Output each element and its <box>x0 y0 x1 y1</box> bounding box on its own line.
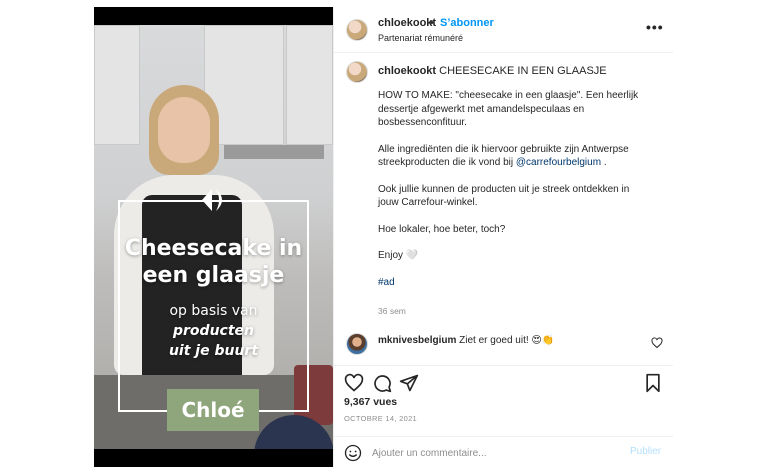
publish-comment-button[interactable]: Publier <box>630 446 661 457</box>
commenter-avatar[interactable] <box>346 333 368 355</box>
comment-bubble-icon[interactable] <box>372 373 392 393</box>
caption-headline: CHEESECAKE IN EEN GLAASJE <box>439 65 607 77</box>
post-actions: 9,367 vues OCTOBRE 14, 2021 Publier <box>334 365 673 467</box>
caption-body: HOW TO MAKE: "cheesecake in een glaasje"… <box>378 89 648 302</box>
caption-paragraph: Hoe lokaler, hoe beter, toch? <box>378 223 506 235</box>
instagram-post: Cheesecake in een glaasje op basis van p… <box>94 7 673 467</box>
more-options-icon[interactable]: ••• <box>646 19 664 35</box>
caption-paragraph: Ook jullie kunnen de producten uit je st… <box>378 183 630 209</box>
follow-button[interactable]: S’abonner <box>440 17 494 29</box>
emoji-smile-icon[interactable] <box>344 444 362 462</box>
author-avatar[interactable] <box>346 19 368 41</box>
video-letterbox-bottom <box>94 449 333 467</box>
caption-headline-line: chloekookt CHEESECAKE IN EEN GLAASJE <box>378 65 607 77</box>
comment-text-line: mknivesbelgium Ziet er goed uit! 😍👏 <box>378 335 554 346</box>
caption-timestamp[interactable]: 36 sem <box>378 306 406 316</box>
carrefourbelgium-mention-link[interactable]: @carrefourbelgium <box>516 157 601 168</box>
author-username[interactable]: chloekookt <box>378 17 436 29</box>
separator-dot: • <box>430 17 434 29</box>
video-letterbox-top <box>94 7 333 25</box>
add-comment-input[interactable] <box>372 445 622 461</box>
overlay-title: Cheesecake in een glaasje <box>124 236 303 288</box>
like-heart-icon[interactable] <box>344 373 364 393</box>
caption-username[interactable]: chloekookt <box>378 65 436 77</box>
paid-partnership-label[interactable]: Partenariat rémunéré <box>378 33 463 43</box>
carrefour-logo-icon <box>194 185 234 215</box>
caption-paragraph: HOW TO MAKE: "cheesecake in een glaasje"… <box>378 90 639 128</box>
commenter-username[interactable]: mknivesbelgium <box>378 335 456 346</box>
overlay-subtitle-line: op basis van <box>169 303 258 319</box>
comment-like-heart-icon[interactable] <box>651 337 663 349</box>
save-bookmark-icon[interactable] <box>643 373 663 393</box>
caption-text: . <box>601 157 607 168</box>
kitchen-cabinet <box>94 25 140 145</box>
kitchen-cabinet <box>286 25 333 145</box>
post-date[interactable]: OCTOBRE 14, 2021 <box>344 414 417 423</box>
post-video[interactable]: Cheesecake in een glaasje op basis van p… <box>94 7 333 467</box>
overlay-subtitle-em: producten <box>173 323 254 339</box>
comment-text: Ziet er goed uit! 😍👏 <box>459 335 555 346</box>
presenter-name-chip: Chloé <box>167 389 259 431</box>
post-side-panel: chloekookt • S’abonner Partenariat rémun… <box>333 7 673 467</box>
caption-author-avatar[interactable] <box>346 61 368 83</box>
presenter-face <box>158 97 210 163</box>
overlay-subtitle: op basis van producten uit je buurt <box>118 301 309 361</box>
range-hood <box>224 145 324 159</box>
comment-row: mknivesbelgium Ziet er goed uit! 😍👏 <box>334 329 673 359</box>
add-comment-row: Publier <box>334 436 673 468</box>
post-header: chloekookt • S’abonner Partenariat rémun… <box>334 7 673 53</box>
overlay-subtitle-em: uit je buurt <box>168 343 259 359</box>
view-count[interactable]: 9,367 vues <box>344 396 397 408</box>
caption-paragraph: Alle ingrediënten die ik hiervoor gebrui… <box>378 143 648 170</box>
share-paper-plane-icon[interactable] <box>399 373 419 393</box>
caption-paragraph: Enjoy 🤍 <box>378 250 419 261</box>
ad-hashtag-link[interactable]: #ad <box>378 276 648 290</box>
